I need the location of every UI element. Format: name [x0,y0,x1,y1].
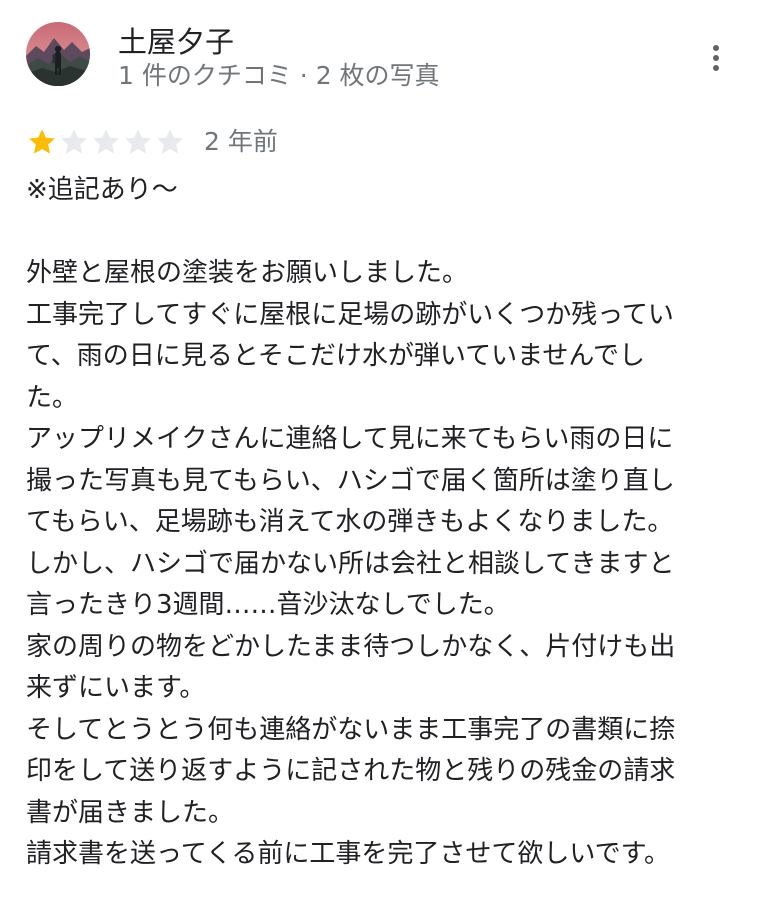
review-text-line: 撮った写真も見てもらい、ハシゴで届く箇所は塗り直し [26,465,675,496]
review-text-line: 書が届きました。 [26,797,235,828]
review-date: 2 年前 [204,127,278,156]
review-text-line: 言ったきり3週間……音沙汰なしでした。 [26,590,510,620]
review-text: ※追記あり～ 外壁と屋根の塗装をお願いしました。工事完了してすぐに屋根に足場の跡が… [26,170,750,876]
author-review-count[interactable]: 1 件のクチコミ · 2 枚の写真 [118,60,440,92]
star-filled-icon [29,129,55,154]
review-text-line: て、雨の日に見るとそこだけ水が弾いていませんでし [26,341,646,371]
rating-row: 2 年前 [26,124,278,160]
review-text-line: 請求書を送ってくる前に工事を完了させて欲しいです。 [26,839,671,869]
review-text-line: ※追記あり～ [26,175,178,205]
star-empty-icon [125,129,151,154]
review-text-line [26,212,750,254]
review-text-line: 印をして送り返すように記された物と残りの残金の請求 [26,756,676,786]
author-name[interactable]: 土屋夕子 [118,24,234,60]
review-text-line: 外壁と屋根の塗装をお願いしました。 [26,258,469,288]
review-text-line: しかし、ハシゴで届かない所は会社と相談してきますと [26,548,675,579]
review-header: 土屋夕子 1 件のクチコミ · 2 枚の写真 [26,22,746,94]
mountain-hiker-avatar-icon [26,22,90,86]
star-rating [26,126,186,158]
review-text-line: てもらい、足場跡も消えて水の弾きもよくなりました。 [26,507,674,537]
review-text-line: 家の周りの物をどかしたまま待つしかなく、片付けも出 [26,631,676,662]
star-empty-icon [61,129,87,154]
review-text-line: た。 [26,382,79,413]
review-card: 土屋夕子 1 件のクチコミ · 2 枚の写真 2 年前 ※追記あり～ 外壁と屋根の… [0,0,770,910]
more-options-button[interactable] [698,36,734,80]
avatar[interactable] [26,22,90,86]
review-text-line: 工事完了してすぐに屋根に足場の跡がいくつか残ってい [26,299,674,330]
review-text-line: アップリメイクさんに連絡して見に来てもらい雨の日に [26,424,674,454]
review-text-line: そしてとうとう何も連絡がないまま工事完了の書類に捺 [26,714,676,745]
more-vert-icon [713,45,719,71]
review-text-line: 来ずにいます。 [26,673,206,703]
star-empty-icon [157,129,183,154]
star-empty-icon [93,129,119,154]
